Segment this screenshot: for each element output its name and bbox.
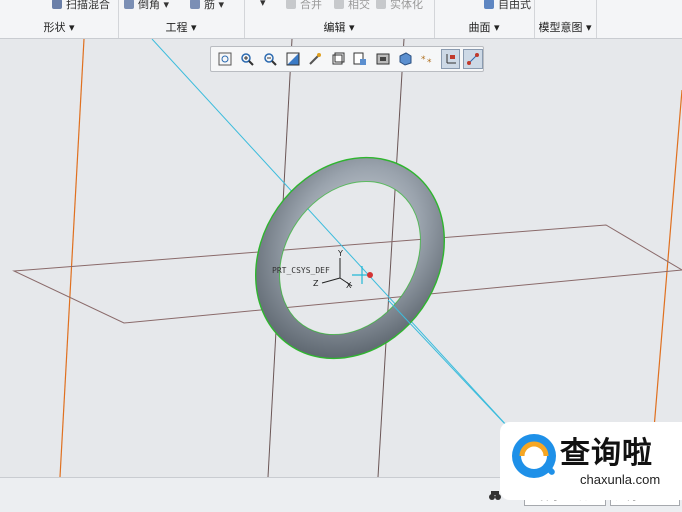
- ribbon-group-label-engineering[interactable]: 工程 ▾: [118, 19, 244, 35]
- zoom-in-icon: [241, 53, 255, 66]
- chamfer-icon: [124, 0, 134, 9]
- ribbon-group-label-model-intent[interactable]: 模型意图 ▾: [534, 19, 596, 35]
- view-manager-button[interactable]: [373, 49, 393, 69]
- annotation-display-button[interactable]: [463, 49, 484, 69]
- zoom-out-icon: [264, 53, 277, 66]
- view-manager-icon: [376, 53, 390, 65]
- csys-display-button[interactable]: [440, 49, 461, 69]
- ribbon-group-label-edit[interactable]: 编辑 ▾: [244, 19, 434, 35]
- saved-orientations-button[interactable]: [350, 49, 370, 69]
- display-style-icon: [332, 52, 345, 65]
- datum-plane-top[interactable]: [12, 224, 682, 324]
- edit-more-dropdown[interactable]: ▾: [260, 0, 266, 9]
- ribbon-group-engineering: 倒角 ▾ 筋 ▾ 工程 ▾: [118, 0, 245, 38]
- merge-icon: [286, 0, 296, 9]
- datum-axis[interactable]: [151, 39, 521, 441]
- ribbon-group-label-shapes[interactable]: 形状 ▾: [0, 19, 118, 35]
- perspective-button[interactable]: [396, 49, 416, 69]
- rib-icon: [190, 0, 200, 9]
- repaint-icon: [286, 52, 300, 66]
- svg-text:*: *: [421, 55, 426, 65]
- freestyle-button[interactable]: 自由式: [484, 0, 531, 12]
- view-toolbar: * *: [210, 46, 484, 72]
- watermark-url: chaxunla.com: [580, 472, 661, 487]
- rib-button[interactable]: 筋 ▾: [190, 0, 224, 12]
- csys-x-label: X: [346, 281, 352, 290]
- datum-display-button[interactable]: * *: [418, 49, 438, 69]
- refit-icon: [218, 52, 232, 66]
- solidify-icon: [376, 0, 386, 9]
- svg-text:*: *: [427, 58, 432, 66]
- chamfer-button[interactable]: 倒角 ▾: [124, 0, 169, 12]
- annotation-display-icon: [467, 53, 480, 65]
- csys-marker[interactable]: PRT_CSYS_DEF Y Z X: [272, 249, 373, 290]
- datum-plane-edge-left[interactable]: [59, 39, 85, 477]
- zoom-in-button[interactable]: [238, 49, 258, 69]
- freestyle-icon: [484, 0, 494, 9]
- ribbon-group-surfaces: 自由式 曲面 ▾: [434, 0, 535, 38]
- search-logo-icon: [512, 434, 556, 478]
- watermark: 查询啦 chaxunla.com: [500, 422, 682, 500]
- repaint-button[interactable]: [283, 49, 303, 69]
- datum-display-icon: * *: [421, 55, 432, 66]
- csys-y-label: Y: [337, 249, 343, 258]
- torus-model[interactable]: [217, 121, 483, 396]
- ribbon-group-edit: ▾ 合并 相交 实体化 编辑 ▾: [244, 0, 435, 38]
- chevron-down-icon: ▾: [260, 0, 266, 9]
- spin-center-icon: [309, 53, 322, 65]
- csys-label: PRT_CSYS_DEF: [272, 266, 330, 275]
- graphics-window[interactable]: PRT_CSYS_DEF Y Z X: [0, 39, 682, 477]
- datum-plane-edge-v2[interactable]: [377, 39, 405, 477]
- model-scene: PRT_CSYS_DEF Y Z X: [12, 39, 682, 477]
- datum-axis-front: [387, 299, 521, 441]
- zoom-out-button[interactable]: [260, 49, 280, 69]
- sweep-blend-icon: [52, 0, 62, 9]
- sweep-blend-button[interactable]: 扫描混合: [52, 0, 110, 12]
- solidify-button[interactable]: 实体化: [376, 0, 423, 12]
- csys-z-label: Z: [313, 279, 319, 288]
- saved-orientations-icon: [353, 52, 367, 65]
- display-style-button[interactable]: [328, 49, 348, 69]
- watermark-text: 查询啦: [560, 436, 653, 471]
- spin-center-button[interactable]: [305, 49, 325, 69]
- refit-button[interactable]: [215, 49, 235, 69]
- perspective-icon: [399, 52, 412, 66]
- ribbon-group-model-intent: 模型意图 ▾: [534, 0, 597, 38]
- datum-plane-edge-right[interactable]: [649, 89, 682, 477]
- csys-display-icon: [446, 54, 456, 64]
- ribbon-group-label-surfaces[interactable]: 曲面 ▾: [434, 19, 534, 35]
- ribbon-group-shapes: 扫描混合 形状 ▾: [0, 0, 119, 38]
- intersect-button[interactable]: 相交: [334, 0, 370, 12]
- ribbon: 扫描混合 形状 ▾ 倒角 ▾ 筋 ▾ 工程 ▾ ▾ 合并 相交 实体化 编辑 ▾: [0, 0, 682, 39]
- merge-button[interactable]: 合并: [286, 0, 322, 12]
- intersect-icon: [334, 0, 344, 9]
